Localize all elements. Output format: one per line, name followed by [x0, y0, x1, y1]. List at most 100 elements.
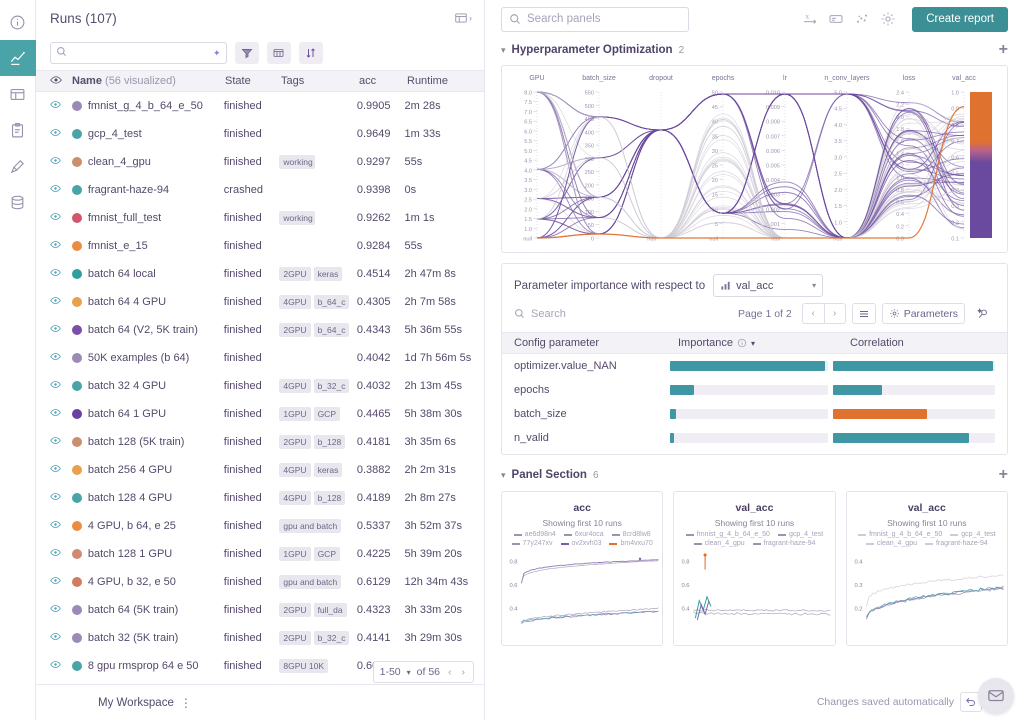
run-tag[interactable]: keras [313, 267, 343, 281]
run-name-cell[interactable]: clean_4_gpu [71, 156, 224, 168]
run-name[interactable]: 4 GPU, b 32, e 50 [88, 576, 176, 588]
run-tag[interactable]: gpu and batch [279, 519, 342, 533]
run-visibility-toggle[interactable] [50, 239, 72, 253]
mini-chart-plot[interactable]: 0.8 0.6 0.4 [502, 549, 662, 627]
target-metric-select[interactable]: val_acc ▾ [713, 274, 824, 297]
run-tag[interactable]: b_128 [313, 435, 346, 449]
col-header-correlation[interactable]: Correlation [850, 337, 995, 349]
table-row[interactable]: clean_4_gpu finished working 0.9297 55s [36, 148, 484, 176]
table-row[interactable]: 4 GPU, b 32, e 50 finished gpu and batch 0.… [36, 568, 484, 596]
run-name-cell[interactable]: batch 128 4 GPU [71, 492, 224, 504]
run-name-cell[interactable]: fragrant-haze-94 [71, 184, 224, 196]
table-row[interactable]: batch 64 4 GPU finished 4GPU b_64_c 0.4305 2h… [36, 288, 484, 316]
help-chat-button[interactable] [978, 678, 1014, 714]
run-visibility-toggle[interactable] [50, 659, 72, 673]
run-name[interactable]: batch 256 4 GPU [88, 464, 172, 476]
chevron-down-icon[interactable]: ▾ [812, 281, 816, 290]
run-name-cell[interactable]: gcp_4_test [71, 128, 224, 140]
workspace-name[interactable]: My Workspace [98, 697, 174, 709]
run-name[interactable]: fmnist_full_test [88, 212, 161, 224]
col-header-tags[interactable]: Tags [281, 75, 359, 87]
run-visibility-toggle[interactable] [50, 295, 72, 309]
table-row[interactable]: batch 128 4 GPU finished 4GPU b_128 0.4189 2h… [36, 484, 484, 512]
legend-item[interactable]: fragrant-haze-94 [924, 540, 988, 547]
run-visibility-toggle[interactable] [50, 631, 72, 645]
legend-item[interactable]: 77y247xv [511, 540, 553, 547]
visibility-header-icon[interactable] [50, 74, 72, 89]
table-row[interactable]: fragrant-haze-94 crashed 0.9398 0s [36, 176, 484, 204]
run-name[interactable]: gcp_4_test [88, 128, 142, 140]
run-name[interactable]: 50K examples (b 64) [88, 352, 190, 364]
table-row[interactable]: batch 32 4 GPU finished 4GPU b_32_c 0.4032 2h… [36, 372, 484, 400]
legend-item[interactable]: gcp_4_test [950, 531, 996, 538]
pagination-caret-icon[interactable]: ▾ [407, 668, 411, 677]
mini-chart-panel[interactable]: acc Showing first 10 runs ae6d98n4 6xur4oca… [501, 491, 664, 646]
run-name-cell[interactable]: batch 64 local [71, 268, 224, 280]
pagination-prev-button[interactable]: ‹ [446, 666, 454, 678]
panels-icon[interactable] [0, 76, 36, 112]
run-name-cell[interactable]: batch 64 4 GPU [71, 296, 224, 308]
run-name-cell[interactable]: fmnist_full_test [71, 212, 224, 224]
run-name[interactable]: clean_4_gpu [88, 156, 151, 168]
legend-item[interactable]: fmnist_g_4_b_64_e_50 [858, 531, 942, 538]
database-icon[interactable] [0, 184, 36, 220]
chevron-down-icon[interactable]: ▾ [501, 470, 506, 481]
run-tag[interactable]: 8GPU 10K [279, 659, 329, 673]
run-tag[interactable]: 4GPU [279, 491, 311, 505]
run-name-cell[interactable]: batch 64 (V2, 5K train) [71, 324, 224, 336]
mini-chart-panel[interactable]: val_acc Showing first 10 runs fmnist_g_4_b… [845, 491, 1008, 646]
legend-item[interactable]: 8crd8lw8 [611, 531, 651, 538]
table-row[interactable]: 50K examples (b 64) finished 0.4042 1d 7h 5… [36, 344, 484, 372]
create-report-button[interactable]: Create report [912, 6, 1008, 32]
run-name-cell[interactable]: 4 GPU, b 32, e 50 [71, 576, 224, 588]
run-name[interactable]: batch 64 1 GPU [88, 408, 166, 420]
col-header-runtime[interactable]: Runtime [407, 75, 487, 87]
section-header-hyperparameter-optimization[interactable]: ▾ Hyperparameter Optimization 2 + [485, 38, 1024, 62]
gear-icon[interactable] [880, 11, 896, 27]
run-visibility-toggle[interactable] [50, 463, 72, 477]
run-name[interactable]: fragrant-haze-94 [88, 184, 169, 196]
chevron-down-icon[interactable]: ▾ [501, 45, 506, 56]
filter-button[interactable] [234, 42, 259, 64]
run-tag[interactable]: b_32_c [313, 379, 350, 393]
run-visibility-toggle[interactable] [50, 519, 72, 533]
run-tag[interactable]: 2GPU [279, 323, 311, 337]
run-name[interactable]: 8 gpu rmsprop 64 e 50 [88, 660, 199, 672]
run-name-cell[interactable]: batch 64 1 GPU [71, 408, 224, 420]
run-name[interactable]: 4 GPU, b 64, e 25 [88, 520, 176, 532]
importance-row[interactable]: epochs [502, 378, 1007, 402]
run-visibility-toggle[interactable] [50, 491, 72, 505]
col-header-state[interactable]: State [225, 75, 281, 87]
run-tag[interactable]: b_64_c [313, 295, 350, 309]
run-tag[interactable]: b_128 [313, 491, 346, 505]
run-tag[interactable]: 2GPU [279, 267, 311, 281]
columns-button[interactable] [266, 42, 291, 64]
chart-icon[interactable] [0, 40, 36, 76]
legend-item[interactable]: ae6d98n4 [513, 531, 556, 538]
add-panel-icon[interactable]: + [999, 467, 1008, 483]
col-header-config-parameter[interactable]: Config parameter [514, 337, 678, 349]
run-name[interactable]: batch 32 4 GPU [88, 380, 166, 392]
table-row[interactable]: batch 32 (5K train) finished 2GPU b_32_c 0.4… [36, 624, 484, 652]
table-row[interactable]: batch 64 1 GPU finished 1GPU GCP 0.4465 5h 38… [36, 400, 484, 428]
run-tag[interactable]: b_64_c [313, 323, 350, 337]
run-name-cell[interactable]: batch 256 4 GPU [71, 464, 224, 476]
run-name-cell[interactable]: batch 128 1 GPU [71, 548, 224, 560]
runs-search-input[interactable] [67, 47, 213, 59]
table-row[interactable]: gcp_4_test finished 0.9649 1m 33s [36, 120, 484, 148]
run-visibility-toggle[interactable] [50, 351, 72, 365]
parallel-coordinates-chart[interactable]: GPU 8.0 7.5 7.0 6.5 6.0 5.5 5.0 4.5 4.0 3.5 3.0 2.5 2… [502, 66, 1007, 252]
run-name[interactable]: fmnist_e_15 [88, 240, 148, 252]
run-name[interactable]: batch 32 (5K train) [88, 632, 179, 644]
table-row[interactable]: batch 64 (5K train) finished 2GPU full_da 0.… [36, 596, 484, 624]
run-name-cell[interactable]: 4 GPU, b 64, e 25 [71, 520, 224, 532]
run-name[interactable]: batch 128 4 GPU [88, 492, 172, 504]
pagination-range[interactable]: 1-50 [380, 666, 401, 678]
sort-button[interactable] [298, 42, 323, 64]
importance-search-box[interactable]: Search [514, 308, 732, 320]
run-tag[interactable]: working [279, 155, 316, 169]
clipboard-icon[interactable] [0, 112, 36, 148]
run-tag[interactable]: 4GPU [279, 379, 311, 393]
mini-chart-plot[interactable]: 0.4 0.3 0.2 [847, 549, 1007, 627]
run-tag[interactable]: 1GPU [279, 407, 311, 421]
